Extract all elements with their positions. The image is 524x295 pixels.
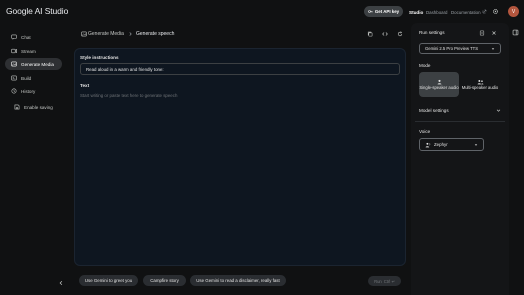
settings-gear-icon[interactable]: [492, 8, 499, 15]
suggestion-chip-disclaimer[interactable]: Use Gemini to read a disclaimer, really …: [190, 275, 286, 286]
enable-saving-label: Enable saving: [24, 104, 53, 110]
sidebar-item-history[interactable]: History: [5, 85, 62, 97]
chevron-down-icon: [496, 109, 501, 112]
prompt-panel: [74, 48, 406, 266]
collapse-sidebar-icon[interactable]: [58, 280, 64, 286]
page-title: Generate speech: [136, 31, 175, 37]
sidebar-item-stream[interactable]: Stream: [5, 45, 62, 57]
chat-icon: [11, 34, 17, 40]
suggestion-chip-campfire[interactable]: Campfire story: [143, 275, 186, 286]
chevron-right-icon: [129, 32, 132, 36]
media-icon: [81, 31, 87, 37]
mode-single-speaker[interactable]: Single-speaker audio: [419, 72, 459, 97]
panel-toggle-icon[interactable]: [512, 29, 519, 36]
external-link-icon: [482, 9, 487, 14]
mode-single-label: Single-speaker audio: [419, 84, 459, 90]
code-icon[interactable]: [382, 31, 388, 37]
text-input[interactable]: Start writing or paste text here to gene…: [80, 93, 177, 98]
compare-icon[interactable]: [479, 30, 485, 36]
voice-label: Voice: [419, 129, 431, 134]
speaker-voice-icon: [425, 142, 431, 147]
model-select-value: Gemini 2.5 Pro Preview TTS: [425, 46, 478, 51]
nav-studio[interactable]: Studio: [409, 10, 423, 15]
dropdown-arrow-icon: [491, 47, 495, 50]
model-settings-toggle[interactable]: Model settings: [419, 108, 501, 113]
save-icon: [14, 104, 20, 110]
user-avatar[interactable]: V: [508, 6, 519, 17]
model-settings-label: Model settings: [419, 108, 449, 113]
run-shortcut: Ctrl ↵: [383, 278, 395, 284]
sidebar-item-chat[interactable]: Chat: [5, 31, 62, 43]
stream-icon: [11, 48, 17, 54]
voice-select-value: Zephyr: [434, 142, 448, 147]
copy-icon[interactable]: [367, 31, 373, 37]
enable-saving-button[interactable]: Enable saving: [14, 104, 53, 110]
close-icon[interactable]: [491, 30, 497, 36]
media-icon: [11, 61, 17, 67]
run-button[interactable]: Run Ctrl ↵: [368, 276, 401, 286]
get-api-key-button[interactable]: Get API key: [364, 6, 403, 17]
nav-documentation[interactable]: Documentation: [451, 10, 481, 15]
person-icon: [437, 79, 441, 84]
model-select[interactable]: Gemini 2.5 Pro Preview TTS: [419, 43, 501, 54]
divider: [415, 121, 505, 122]
mode-multi-speaker[interactable]: Multi-speaker audio: [460, 72, 500, 97]
app-logo[interactable]: Google AI Studio: [6, 6, 68, 16]
sidebar-item-label: Build: [21, 75, 32, 81]
get-api-key-label: Get API key: [374, 9, 400, 14]
style-instructions-label: Style instructions: [80, 55, 119, 60]
sidebar-item-label: Stream: [21, 48, 36, 54]
run-label: Run: [374, 278, 382, 284]
key-icon: [368, 10, 373, 13]
style-instructions-input[interactable]: Read aloud in a warm and friendly tone:: [80, 63, 400, 75]
mode-multi-label: Multi-speaker audio: [461, 84, 499, 90]
sidebar-item-generate-media[interactable]: Generate Media: [5, 58, 62, 70]
history-icon: [11, 88, 17, 94]
sidebar-item-label: Generate Media: [21, 61, 54, 67]
build-icon: [11, 75, 17, 81]
breadcrumb-generate-media[interactable]: Generate Media: [88, 31, 124, 37]
nav-dashboard[interactable]: Dashboard: [426, 10, 447, 15]
run-settings-title: Run settings: [419, 30, 445, 35]
suggestion-chip-greet[interactable]: Use Gemini to greet you: [79, 275, 138, 286]
sidebar-item-build[interactable]: Build: [5, 72, 62, 84]
text-label: Text: [80, 83, 90, 88]
dropdown-arrow-icon: [474, 143, 478, 146]
people-icon: [477, 79, 483, 84]
mode-label: Mode: [419, 63, 431, 68]
reset-icon[interactable]: [397, 31, 403, 37]
sidebar-item-label: History: [21, 88, 36, 94]
sidebar-item-label: Chat: [21, 34, 31, 40]
voice-select[interactable]: Zephyr: [419, 138, 484, 151]
